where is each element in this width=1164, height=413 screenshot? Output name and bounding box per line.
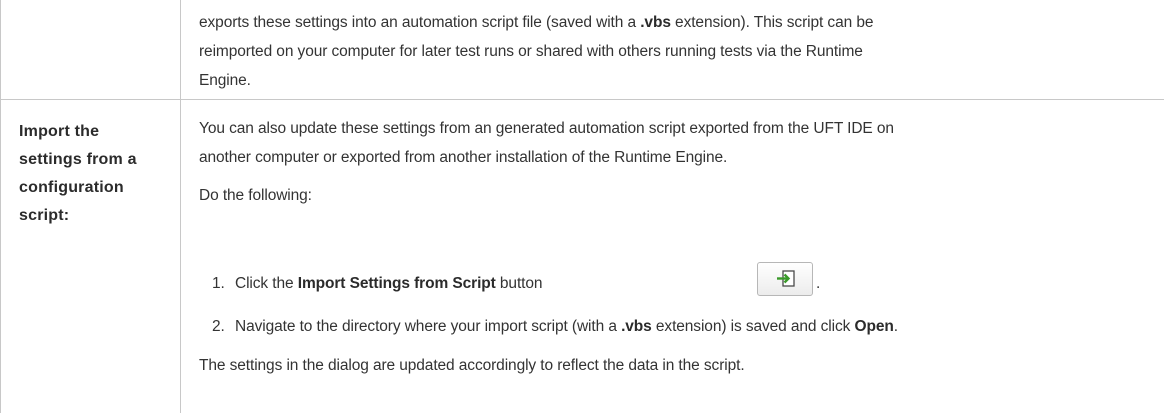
step-1: 1. Click the Import Settings from Script … [212, 269, 543, 298]
top-row-line-1: exports these settings into an automatio… [199, 14, 874, 31]
import-intro-line-1: You can also update these settings from … [199, 120, 894, 137]
table-left-border [0, 0, 1, 413]
import-settings-label: Import the settings from a configuration… [19, 123, 137, 224]
top-row-line-3: Engine. [199, 72, 251, 89]
step-2: 2. Navigate to the directory where your i… [212, 312, 898, 341]
step-2-number: 2. [212, 318, 225, 335]
step-1-period: . [816, 275, 821, 292]
import-icon [777, 270, 795, 287]
import-intro-line-2: another computer or exported from anothe… [199, 149, 728, 166]
import-settings-from-script-button[interactable] [757, 262, 813, 296]
top-row-line-2: reimported on your computer for later te… [199, 43, 863, 60]
result-text: The settings in the dialog are updated a… [199, 357, 745, 374]
settings-table: exports these settings into an automatio… [0, 0, 1164, 413]
do-following-text: Do the following: [199, 187, 312, 204]
step-1-number: 1. [212, 275, 225, 292]
table-column-divider [180, 0, 181, 413]
table-row-divider [0, 99, 1164, 100]
